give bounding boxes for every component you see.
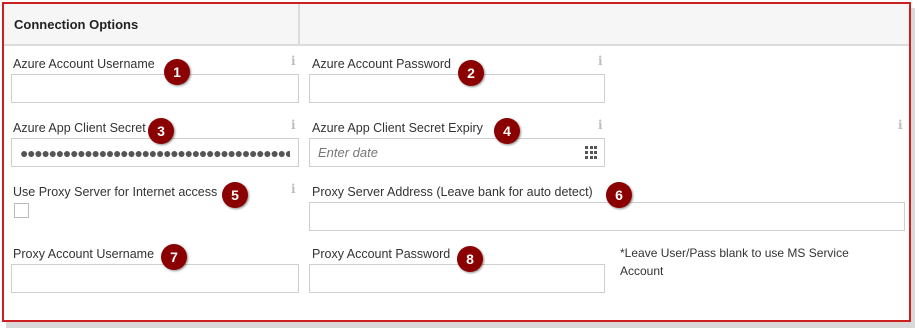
proxy-credentials-note: *Leave User/Pass blank to use MS Service… xyxy=(620,246,849,278)
callout-badge-6: 6 xyxy=(606,182,632,208)
tab-connection-options[interactable]: Connection Options xyxy=(4,4,300,44)
azure-password-label: Azure Account Password xyxy=(312,57,451,71)
callout-badge-2: 2 xyxy=(458,60,484,86)
proxy-address-label: Proxy Server Address (Leave bank for aut… xyxy=(312,185,593,199)
info-icon[interactable]: i xyxy=(291,54,296,68)
callout-badge-1: 1 xyxy=(164,59,190,85)
use-proxy-checkbox[interactable] xyxy=(14,203,29,218)
calendar-grid-icon[interactable] xyxy=(585,146,598,159)
callout-badge-5: 5 xyxy=(222,182,248,208)
info-icon[interactable]: i xyxy=(598,54,603,68)
client-secret-expiry-datepicker[interactable]: Enter date xyxy=(309,138,605,167)
callout-badge-7: 7 xyxy=(161,244,187,270)
client-secret-masked-value: ●●●●●●●●●●●●●●●●●●●●●●●●●●●●●●●●●●●●●●●●… xyxy=(20,145,290,161)
proxy-password-label: Proxy Account Password xyxy=(312,247,451,261)
info-icon[interactable]: i xyxy=(898,118,903,132)
proxy-password-input[interactable] xyxy=(309,264,605,293)
client-secret-label: Azure App Client Secret xyxy=(13,121,146,135)
callout-badge-3: 3 xyxy=(148,118,174,144)
proxy-username-label: Proxy Account Username xyxy=(13,247,155,261)
connection-options-panel: Connection Options Azure Account Usernam… xyxy=(2,2,911,322)
azure-username-label: Azure Account Username xyxy=(13,57,155,71)
info-icon[interactable]: i xyxy=(291,118,296,132)
info-icon[interactable]: i xyxy=(291,182,296,196)
azure-username-input[interactable] xyxy=(11,74,299,103)
proxy-username-input[interactable] xyxy=(11,264,299,293)
callout-badge-8: 8 xyxy=(457,246,483,272)
proxy-address-input[interactable] xyxy=(309,202,905,231)
panel-title: Connection Options xyxy=(14,17,139,32)
panel-header: Connection Options xyxy=(4,4,909,46)
azure-password-input[interactable] xyxy=(309,74,605,103)
client-secret-expiry-label: Azure App Client Secret Expiry xyxy=(312,121,483,135)
date-placeholder: Enter date xyxy=(318,145,378,160)
info-icon[interactable]: i xyxy=(598,118,603,132)
callout-badge-4: 4 xyxy=(494,118,520,144)
use-proxy-label: Use Proxy Server for Internet access xyxy=(13,185,218,199)
